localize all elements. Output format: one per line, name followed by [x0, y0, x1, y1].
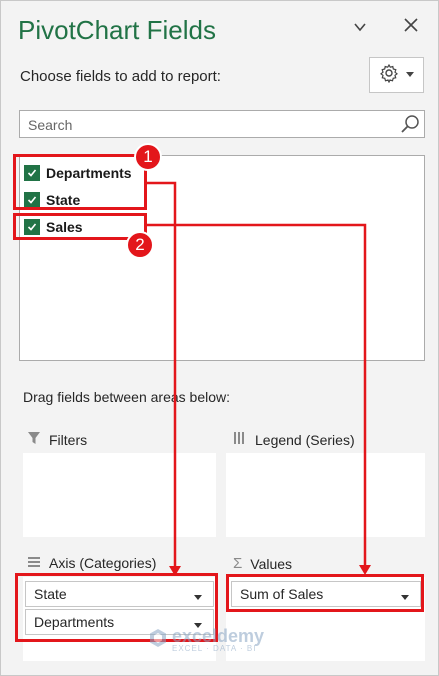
arrow-head-values — [359, 565, 371, 575]
step-badge-2: 2 — [126, 231, 154, 259]
arrow-to-values — [147, 223, 367, 571]
arrow-head-axis — [169, 566, 181, 576]
watermark-name: exceldemy — [172, 626, 265, 646]
step-badge-1: 1 — [134, 143, 162, 171]
exceldemy-watermark: exceldemy EXCEL · DATA · BI — [148, 626, 265, 653]
exceldemy-logo-icon — [148, 628, 168, 653]
annotation-arrows — [147, 181, 371, 576]
watermark-tagline: EXCEL · DATA · BI — [172, 644, 257, 653]
